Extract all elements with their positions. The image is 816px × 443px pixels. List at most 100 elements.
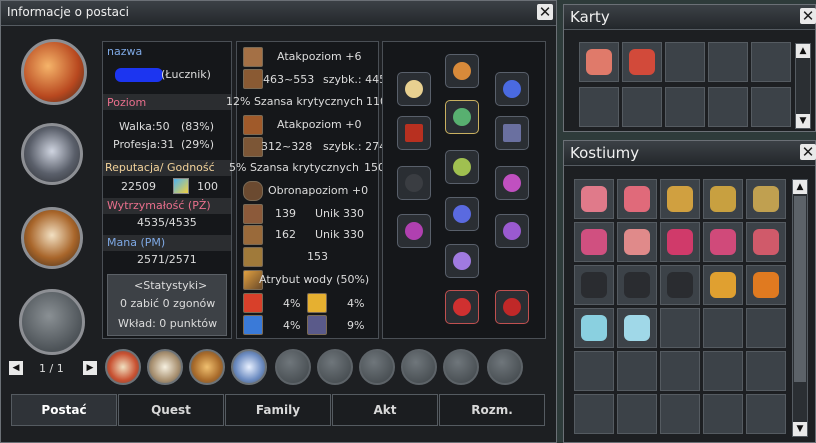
equip-slot-boots[interactable]	[495, 166, 529, 200]
arrow-down-icon[interactable]: ▼	[793, 422, 807, 436]
costume-slot[interactable]	[660, 222, 700, 262]
tab-akt[interactable]: Akt	[332, 394, 438, 426]
equip-slot-necklace[interactable]	[445, 197, 479, 231]
costume-slot[interactable]	[574, 179, 614, 219]
pet-slot-empty[interactable]	[317, 349, 353, 385]
costume-slot[interactable]	[703, 222, 743, 262]
costume-slot-empty[interactable]	[660, 308, 700, 348]
costume-slot[interactable]	[617, 265, 657, 305]
arrow-down-icon[interactable]: ▼	[796, 114, 810, 128]
pet-slot-empty[interactable]	[487, 349, 523, 385]
costume-slot[interactable]	[617, 308, 657, 348]
attack1-damage: 463~553	[263, 73, 315, 86]
close-icon[interactable]: ✕	[800, 144, 816, 160]
card-slot-empty[interactable]	[665, 87, 705, 127]
scroll-thumb[interactable]	[794, 196, 806, 382]
statistics-title[interactable]: <Statystyki>	[134, 279, 207, 293]
character-window-titlebar[interactable]: Informacje o postaci ✕	[1, 1, 556, 26]
tab-quest[interactable]: Quest	[118, 394, 224, 426]
equip-slot-amulet[interactable]	[397, 72, 431, 106]
water-resistance: 4%	[283, 319, 301, 332]
pager-prev-button[interactable]: ◀	[9, 361, 23, 375]
name-label: nazwa	[107, 45, 143, 58]
costume-slot[interactable]	[660, 265, 700, 305]
costume-slot-empty[interactable]	[703, 394, 743, 434]
costume-slot-empty[interactable]	[660, 351, 700, 391]
cards-scrollbar[interactable]: ▲ ▼	[795, 43, 811, 129]
tab-postac[interactable]: Postać	[11, 394, 117, 426]
reputation-value: 22509	[121, 180, 156, 193]
costume-slot[interactable]	[703, 265, 743, 305]
costumes-scrollbar[interactable]: ▲ ▼	[792, 179, 808, 437]
pet-slot-empty[interactable]	[401, 349, 437, 385]
costume-slot[interactable]	[617, 222, 657, 262]
pet-slot-empty[interactable]	[359, 349, 395, 385]
card-slot-empty[interactable]	[665, 42, 705, 82]
equip-slot-specialist[interactable]	[445, 100, 479, 134]
equip-slot-costume-suit[interactable]	[495, 290, 529, 324]
costume-slot[interactable]	[617, 179, 657, 219]
card-slot-1[interactable]	[579, 42, 619, 82]
dark-resistance-icon	[307, 315, 327, 335]
equip-slot-gloves[interactable]	[397, 166, 431, 200]
costume-slot-empty[interactable]	[574, 394, 614, 434]
empty-portrait-slot[interactable]	[19, 289, 85, 355]
defense-level: Obronapoziom +0	[268, 184, 369, 197]
character-portrait[interactable]	[21, 39, 87, 105]
dignity-value: 100	[197, 180, 218, 193]
costumes-window-titlebar[interactable]: Kostiumy ✕	[564, 141, 816, 166]
pet-slot-unicorn[interactable]	[231, 349, 267, 385]
character-window-title: Informacje o postaci	[7, 5, 129, 19]
card-slot-empty[interactable]	[579, 87, 619, 127]
equip-slot-fairy[interactable]	[445, 244, 479, 278]
costume-slot[interactable]	[746, 222, 786, 262]
costume-slot-empty[interactable]	[703, 351, 743, 391]
equip-slot-armor[interactable]	[445, 150, 479, 184]
close-icon[interactable]: ✕	[800, 8, 816, 24]
card-slot-empty[interactable]	[751, 87, 791, 127]
equip-slot-costume-hat[interactable]	[445, 290, 479, 324]
pager-next-button[interactable]: ▶	[83, 361, 97, 375]
equip-slot-ring[interactable]	[397, 214, 431, 248]
costume-slot-empty[interactable]	[746, 308, 786, 348]
costume-slot-empty[interactable]	[660, 394, 700, 434]
costume-slot[interactable]	[660, 179, 700, 219]
costume-slot[interactable]	[746, 179, 786, 219]
costume-slot[interactable]	[574, 265, 614, 305]
equip-slot-hat[interactable]	[445, 54, 479, 88]
card-slot-empty[interactable]	[622, 87, 662, 127]
card-slot-empty[interactable]	[708, 87, 748, 127]
equip-slot-bracelet[interactable]	[495, 214, 529, 248]
pet-slot-empty[interactable]	[275, 349, 311, 385]
card-slot-empty[interactable]	[708, 42, 748, 82]
close-icon[interactable]: ✕	[537, 4, 553, 20]
tab-rozm[interactable]: Rozm.	[439, 394, 545, 426]
pet-slot-empty[interactable]	[443, 349, 479, 385]
card-slot-2[interactable]	[622, 42, 662, 82]
equip-slot-potion[interactable]	[495, 72, 529, 106]
costume-slot[interactable]	[746, 265, 786, 305]
costume-slot-empty[interactable]	[574, 351, 614, 391]
crit2-chance: 5% Szansa krytycznych	[229, 161, 359, 174]
tab-family[interactable]: Family	[225, 394, 331, 426]
pet-slot-chicken[interactable]	[105, 349, 141, 385]
costume-slot-empty[interactable]	[746, 351, 786, 391]
equip-slot-secondary[interactable]	[495, 116, 529, 150]
costume-slot-empty[interactable]	[617, 351, 657, 391]
costume-slot[interactable]	[574, 308, 614, 348]
arrow-up-icon[interactable]: ▲	[796, 44, 810, 58]
knight-pet-portrait[interactable]	[21, 123, 83, 185]
costume-slot-empty[interactable]	[617, 394, 657, 434]
dog-pet-portrait[interactable]	[21, 207, 83, 269]
pet-slot-dog[interactable]	[189, 349, 225, 385]
card-slot-empty[interactable]	[751, 42, 791, 82]
cards-window-titlebar[interactable]: Karty ✕	[564, 5, 816, 30]
costume-slot[interactable]	[703, 179, 743, 219]
arrow-up-icon[interactable]: ▲	[793, 180, 807, 194]
costume-slot[interactable]	[574, 222, 614, 262]
ranged-dodge: Unik 330	[315, 228, 364, 241]
equip-slot-weapon[interactable]	[397, 116, 431, 150]
costume-slot-empty[interactable]	[703, 308, 743, 348]
pet-slot-sheep[interactable]	[147, 349, 183, 385]
costume-slot-empty[interactable]	[746, 394, 786, 434]
